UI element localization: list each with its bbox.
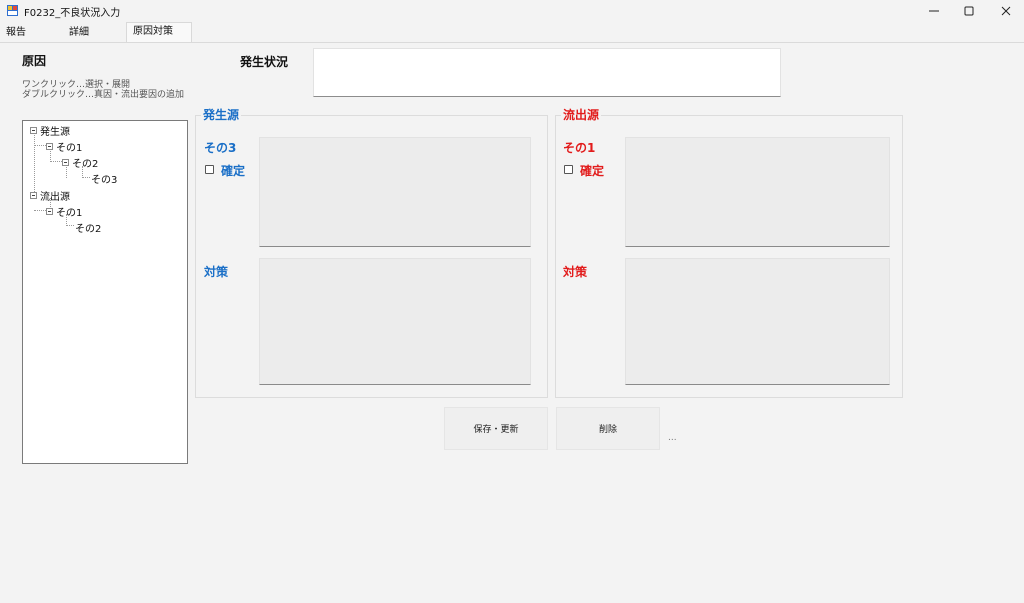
tree-node-label: その3 [91,175,118,186]
source-cause-textarea[interactable] [259,137,531,247]
tree-node-outflow[interactable]: 流出源 [30,188,70,203]
source-group-title: 発生源 [201,106,242,123]
tree-line [50,161,62,162]
hint-single-click: ワンクリック…選択・展開 [22,80,131,90]
tree-line [34,133,35,194]
tab-report[interactable]: 報告 [0,24,66,41]
hint-double-click: ダブルクリック…真因・流出要因の追加 [22,90,185,100]
maximize-icon [964,6,974,16]
occurrence-label: 発生状況 [240,55,289,69]
more-indicator: ... [668,433,677,443]
cause-tree[interactable]: 発生源 その1 その2 その3 流出源 その1 その2 [22,120,188,464]
collapse-icon[interactable] [62,159,69,166]
tree-node-label: 発生源 [40,127,70,138]
tree-node-source-1-2-3[interactable]: その3 [91,171,117,186]
tree-line [82,177,90,178]
delete-button[interactable]: 削除 [556,407,660,450]
tree-node-outflow-1-2[interactable]: その2 [75,220,101,235]
cause-title: 原因 [22,54,47,68]
tree-node-outflow-1[interactable]: その1 [46,204,82,219]
tree-node-label: その2 [72,159,99,170]
occurrence-field[interactable] [313,48,781,97]
collapse-icon[interactable] [46,143,53,150]
tree-node-source-1-2[interactable]: その2 [62,155,98,170]
tree-node-label: 流出源 [40,192,70,203]
source-countermeasure-label: 対策 [204,265,229,279]
save-update-button[interactable]: 保存・更新 [444,407,548,450]
outflow-group-title: 流出源 [561,106,602,123]
tree-node-label: その2 [75,224,102,235]
tree-line [34,145,46,146]
outflow-cause-textarea[interactable] [625,137,890,247]
app-icon [7,5,18,16]
maximize-button[interactable] [952,0,986,22]
outflow-confirm-label: 確定 [580,164,605,178]
close-button[interactable] [989,0,1023,22]
tree-line [34,210,46,211]
outflow-countermeasure-textarea[interactable] [625,258,890,385]
collapse-icon[interactable] [30,127,37,134]
minimize-icon [929,10,939,12]
collapse-icon[interactable] [30,192,37,199]
outflow-selected-item: その1 [563,141,596,155]
tree-node-label: その1 [56,208,83,219]
title-bar: F0232_不良状況入力 [0,0,1024,22]
minimize-button[interactable] [917,0,951,22]
source-confirm-label: 確定 [221,164,246,178]
window-title: F0232_不良状況入力 [24,8,121,19]
source-confirm-checkbox[interactable] [205,165,214,174]
source-selected-item: その3 [204,141,237,155]
tree-node-source-1[interactable]: その1 [46,139,82,154]
tab-strip: 報告 詳細 原因対策 [0,22,1024,42]
tree-line [66,225,74,226]
tab-cause-countermeasure[interactable]: 原因対策 [126,22,192,42]
tree-node-source[interactable]: 発生源 [30,123,70,138]
outflow-countermeasure-label: 対策 [563,265,588,279]
tab-details[interactable]: 詳細 [63,24,131,41]
collapse-icon[interactable] [46,208,53,215]
close-icon [1001,6,1011,16]
source-countermeasure-textarea[interactable] [259,258,531,385]
tree-node-label: その1 [56,143,83,154]
outflow-confirm-checkbox[interactable] [564,165,573,174]
